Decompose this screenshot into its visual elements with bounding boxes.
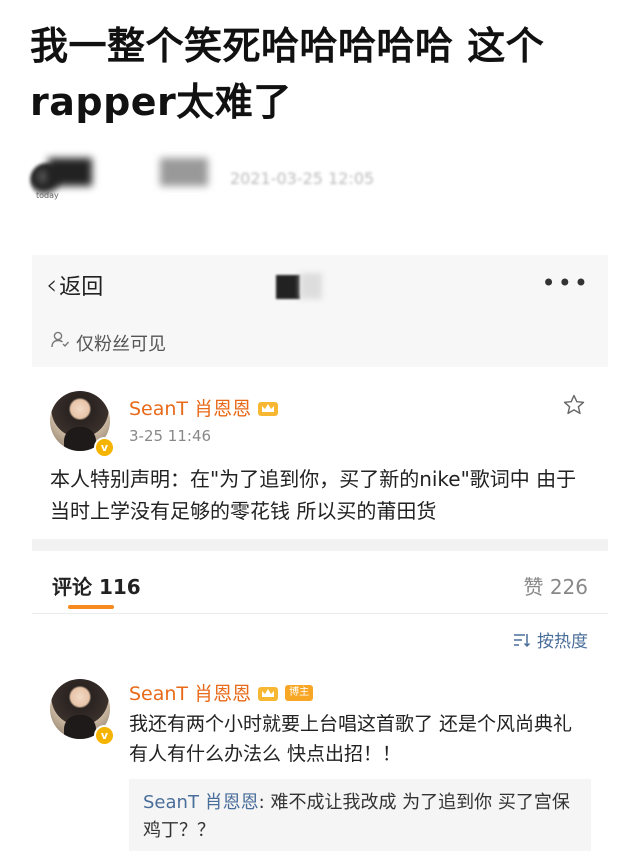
post-author-name-text: SeanT 肖恩恩 xyxy=(129,398,252,420)
crown-badge-icon xyxy=(258,686,279,701)
reply-author-name[interactable]: SeanT 肖恩恩 xyxy=(143,792,259,813)
headline-line-1: 我一整个笑死哈哈哈哈哈 这个 xyxy=(30,24,545,68)
tab-likes-label: 赞 xyxy=(523,575,544,599)
nav-title-blurred-2 xyxy=(300,273,322,299)
author-tag-blurred xyxy=(160,158,208,186)
post-time: 3-25 11:46 xyxy=(129,427,212,445)
engagement-tabs: 评论 116 赞 226 xyxy=(32,551,608,614)
visibility-bar: 仅粉丝可见 xyxy=(32,317,608,368)
author-badge: 博主 xyxy=(285,684,314,701)
favorite-star-icon[interactable] xyxy=(562,393,586,417)
verified-badge-icon: v xyxy=(94,725,115,746)
comment-item: v SeanT 肖恩恩 博主 我还有两个小时就要上台唱这首歌了 还是个风尚典礼 … xyxy=(32,673,608,851)
post-author-name[interactable]: SeanT 肖恩恩 xyxy=(129,394,279,421)
tab-likes[interactable]: 赞 226 xyxy=(523,571,588,600)
chevron-left-icon: ‹ xyxy=(46,268,58,301)
headline-line-2: rapper太难了 xyxy=(30,80,292,124)
back-button[interactable]: ‹ 返回 xyxy=(46,269,103,301)
headline: 我一整个笑死哈哈哈哈哈 这个 rapper太难了 xyxy=(30,18,620,130)
crown-badge-icon xyxy=(258,401,279,416)
tab-likes-count: 226 xyxy=(549,575,588,599)
article-meta-blurred: 2021-03-25 12:05 xyxy=(230,169,375,188)
active-tab-indicator xyxy=(68,605,114,609)
tab-comments-count: 116 xyxy=(98,575,141,599)
fans-only-icon xyxy=(51,331,70,348)
reply-preview[interactable]: SeanT 肖恩恩: 难不成让我改成 为了追到你 买了宫保鸡丁？？ xyxy=(129,779,591,851)
nav-title-blurred xyxy=(276,275,300,299)
back-label: 返回 xyxy=(59,275,104,300)
sort-icon xyxy=(514,633,531,647)
post-text: 本人特别声明：在"为了追到你，买了新的nike"歌词中 由于当时上学没有足够的零… xyxy=(50,467,577,523)
sort-by-hot-button[interactable]: 按热度 xyxy=(513,627,588,652)
author-caption: today xyxy=(36,191,59,200)
author-name-blurred xyxy=(48,158,92,186)
verified-badge-icon: v xyxy=(94,437,115,458)
sort-label: 按热度 xyxy=(537,632,588,652)
comment-author-name[interactable]: SeanT 肖恩恩 博主 xyxy=(129,679,314,706)
more-options-button[interactable]: ••• xyxy=(542,269,590,297)
weibo-post: v SeanT 肖恩恩 3-25 11:46 本人特别声明：在"为了追到你，买了… xyxy=(32,367,608,539)
top-navbar: ‹ 返回 ••• xyxy=(32,255,608,318)
section-divider xyxy=(32,539,608,551)
weibo-screenshot: ‹ 返回 ••• 仅粉丝可见 v SeanT 肖恩恩 3-25 11:46 本人… xyxy=(32,255,608,851)
comment-author-name-text: SeanT 肖恩恩 xyxy=(129,683,252,705)
visibility-label: 仅粉丝可见 xyxy=(76,334,166,355)
tab-comments[interactable]: 评论 116 xyxy=(52,571,141,600)
tab-comments-label: 评论 xyxy=(52,575,92,599)
article-author-row: today 2021-03-25 12:05 xyxy=(30,155,450,201)
comment-text: 我还有两个小时就要上台唱这首歌了 还是个风尚典礼 有人有什么办法么 快点出招！！ xyxy=(129,713,573,765)
reply-content: SeanT 肖恩恩: 难不成让我改成 为了追到你 买了宫保鸡丁？？ xyxy=(143,789,581,845)
